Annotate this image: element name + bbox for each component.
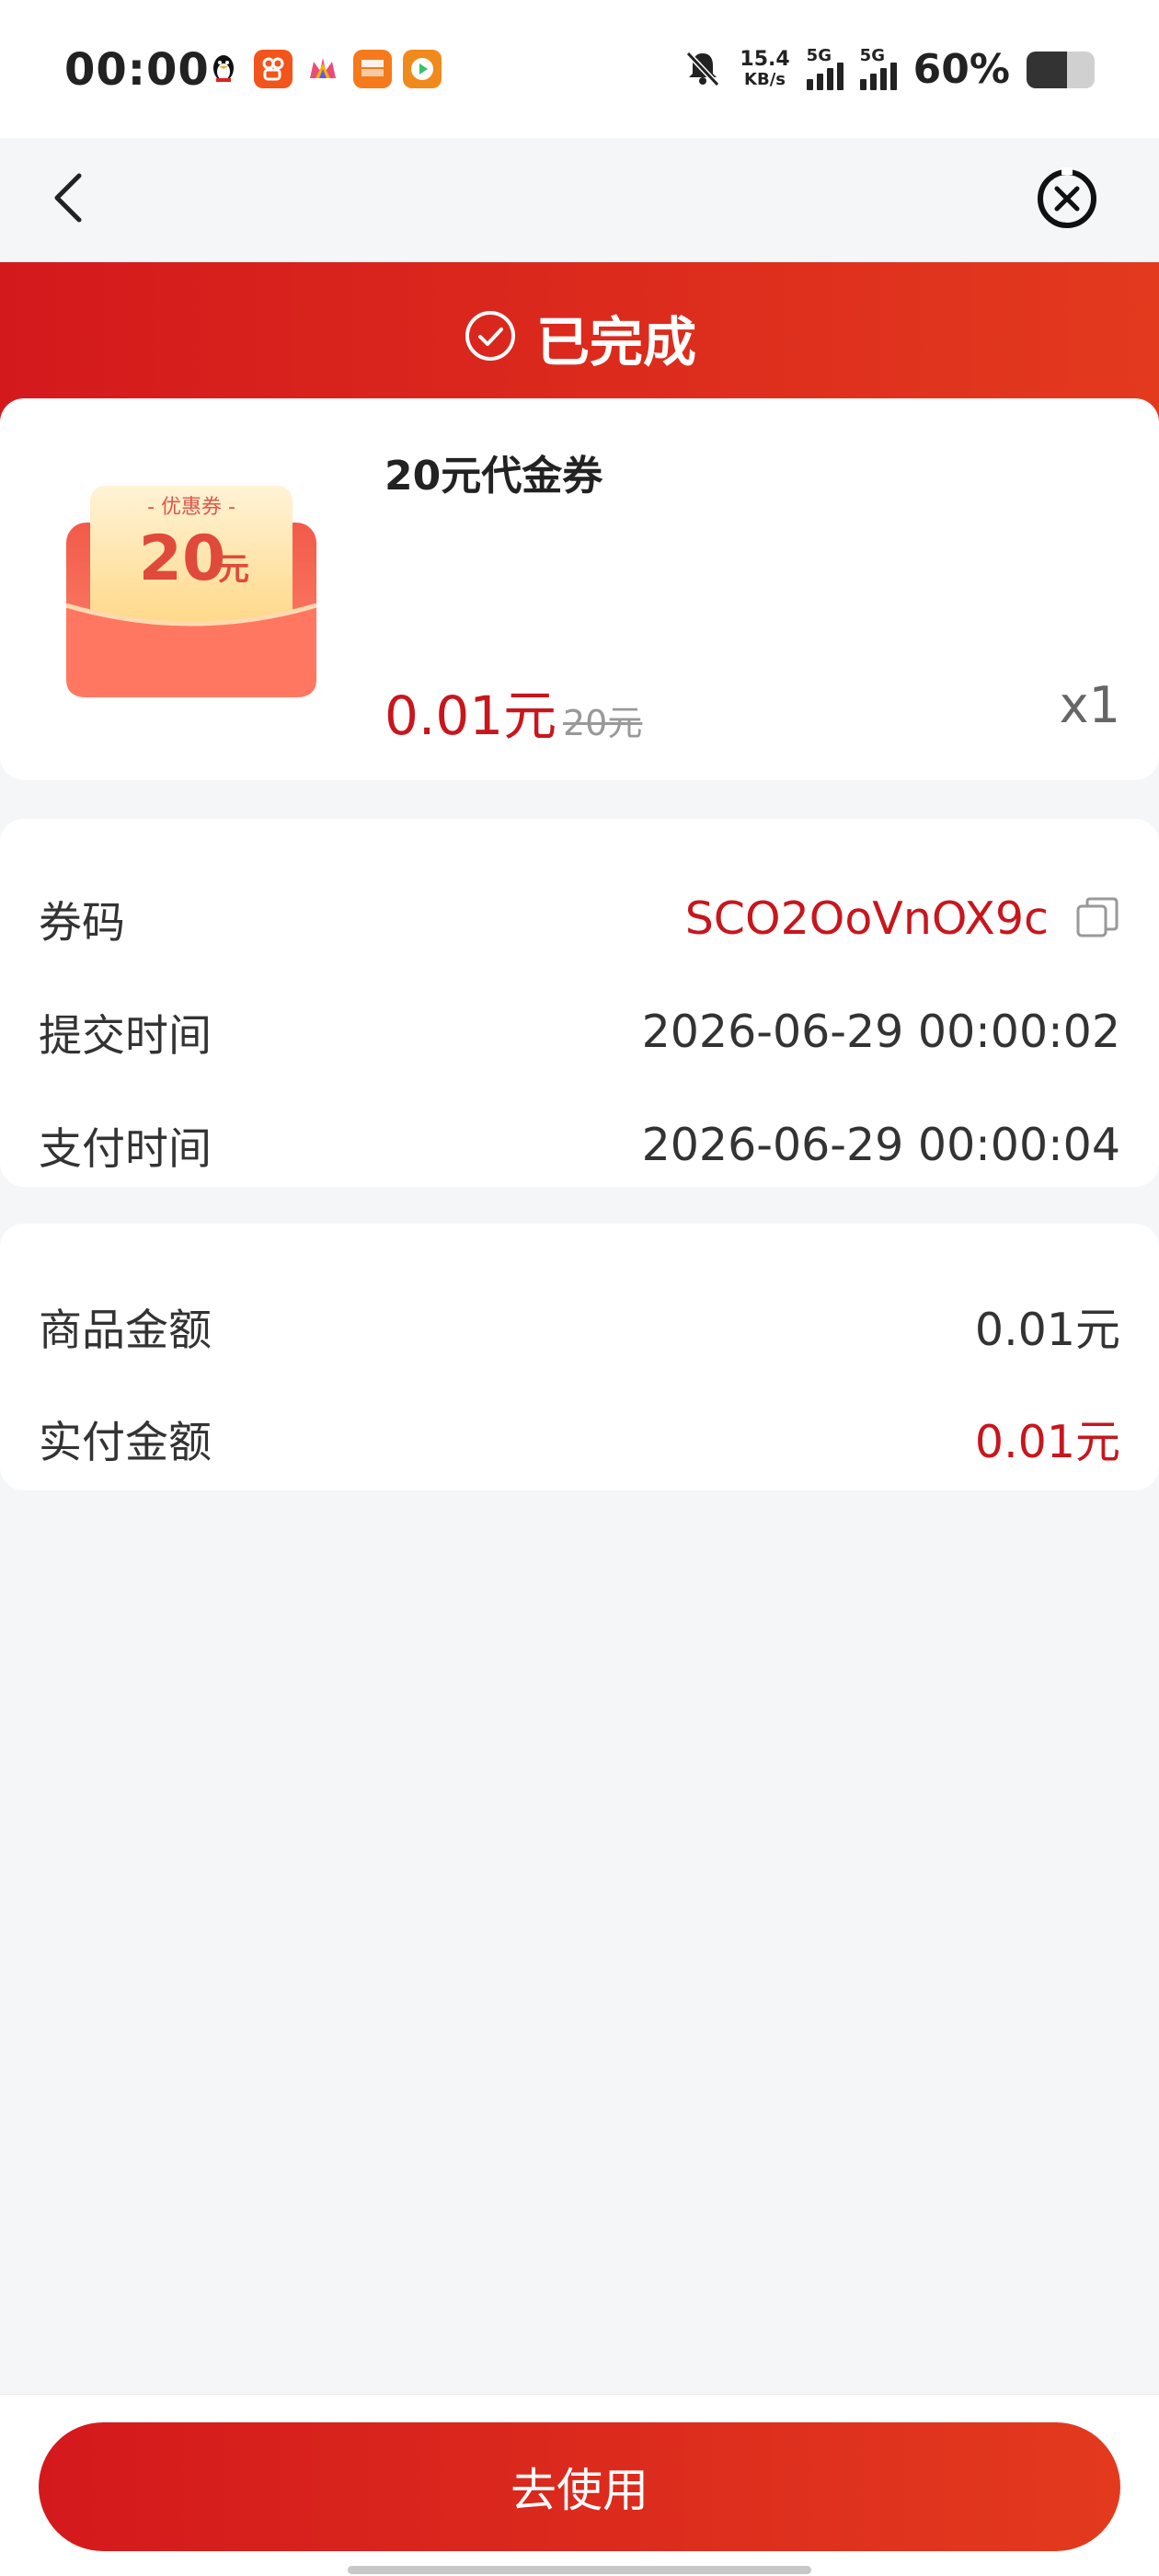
submit-time-row: 提交时间 2026-06-29 00:00:02: [39, 999, 1120, 1064]
bell-muted-icon: [683, 48, 723, 92]
submit-time-value: 2026-06-29 00:00:02: [641, 1005, 1120, 1058]
product-price: 0.01元: [384, 684, 557, 747]
goods-amount-row: 商品金额 0.01元: [39, 1294, 1120, 1358]
coupon-code-value: SCO2OoVnOX9c: [684, 891, 1049, 945]
original-price: 20元: [563, 703, 643, 743]
close-circle-icon[interactable]: [1034, 166, 1100, 232]
coupon-image-unit: 元: [218, 551, 249, 588]
bottom-bar: 去使用: [0, 2394, 1159, 2576]
status-bar: 00:00 15.4 KB/s 5G 5G 60%: [0, 0, 1159, 138]
goods-amount-value: 0.01元: [974, 1303, 1120, 1356]
check-circle-icon: [463, 308, 518, 367]
product-card: - 优惠券 - 20 元 20元代金券 0.01元 20元 x1: [0, 398, 1159, 780]
coupon-code-label: 券码: [39, 897, 125, 949]
product-name: 20元代金券: [384, 453, 603, 500]
paid-amount-row: 实付金额 0.01元: [39, 1406, 1120, 1470]
order-status-title: 已完成: [535, 311, 696, 374]
submit-time-label: 提交时间: [39, 1010, 212, 1062]
order-info-card: 券码 SCO2OoVnOX9c 提交时间 2026-06-29 00:00:02…: [0, 819, 1159, 1187]
penguin-icon: [204, 50, 243, 88]
battery-icon: [1027, 51, 1095, 88]
pay-time-row: 支付时间 2026-06-29 00:00:04: [39, 1112, 1120, 1177]
network-speed-value: 15.4: [740, 47, 790, 71]
notification-icons: [204, 50, 442, 88]
coupon-image-value: 20: [139, 523, 226, 595]
paid-amount-label: 实付金额: [39, 1417, 212, 1468]
coupon-image-tag: - 优惠券 -: [147, 496, 235, 519]
network-speed: 15.4 KB/s: [740, 47, 790, 90]
battery-percent: 60%: [912, 46, 1010, 93]
pay-time-value: 2026-06-29 00:00:04: [641, 1118, 1120, 1171]
home-indicator[interactable]: [348, 2566, 811, 2574]
pay-time-label: 支付时间: [39, 1123, 212, 1175]
video-play-icon: [403, 50, 442, 88]
network-speed-unit: KB/s: [744, 69, 786, 89]
status-indicators: 15.4 KB/s 5G 5G 60%: [683, 46, 1095, 93]
copy-icon[interactable]: [1074, 895, 1120, 941]
product-quantity: x1: [1059, 676, 1120, 734]
signal-strength-icon-2: 5G: [859, 46, 897, 90]
paid-amount-value: 0.01元: [974, 1415, 1120, 1468]
goods-amount-label: 商品金额: [39, 1305, 212, 1356]
crown-icon: [304, 50, 342, 88]
taobao-icon: [353, 50, 392, 88]
status-time: 00:00: [64, 44, 210, 96]
kuaishou-icon: [254, 50, 293, 88]
amount-card: 商品金额 0.01元 实付金额 0.01元: [0, 1224, 1159, 1490]
use-coupon-button[interactable]: 去使用: [39, 2422, 1120, 2551]
signal-tag-2: 5G: [859, 45, 885, 65]
signal-tag: 5G: [806, 45, 832, 65]
signal-strength-icon: 5G: [806, 46, 843, 90]
chevron-left-icon[interactable]: [46, 170, 92, 225]
coupon-image: - 优惠券 - 20 元: [65, 486, 317, 697]
coupon-code-row: 券码 SCO2OoVnOX9c: [39, 886, 1120, 950]
